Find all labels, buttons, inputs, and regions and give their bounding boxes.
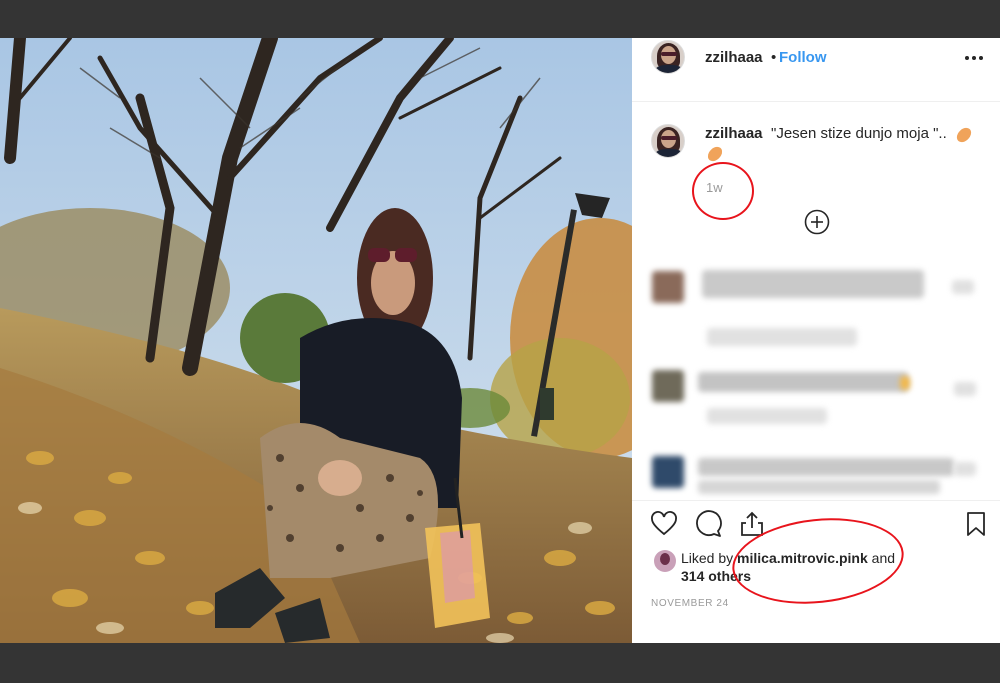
liked-by-prefix: Liked by bbox=[681, 550, 738, 566]
leaf-emoji-icon bbox=[954, 125, 974, 145]
comment-text bbox=[702, 270, 924, 298]
post-header: zzilhaaa • Follow bbox=[632, 38, 1000, 102]
liked-by-line: Liked by milica.mitrovic.pink and bbox=[681, 548, 895, 568]
liker-avatar[interactable] bbox=[654, 550, 676, 572]
heart-icon[interactable] bbox=[650, 510, 678, 538]
liked-by-username[interactable]: milica.mitrovic.pink bbox=[737, 550, 868, 566]
comment-like-icon bbox=[954, 382, 976, 396]
comment-avatar bbox=[652, 370, 684, 402]
comment-meta bbox=[707, 328, 857, 346]
comment-like-icon bbox=[952, 280, 974, 294]
comment-avatar bbox=[652, 271, 684, 303]
comment-text bbox=[698, 480, 940, 494]
likes-count[interactable]: 314 others bbox=[681, 568, 751, 584]
user-avatar[interactable] bbox=[651, 40, 685, 74]
comment-avatar bbox=[652, 456, 684, 488]
post-photo bbox=[0, 38, 632, 643]
follow-button[interactable]: Follow bbox=[779, 49, 827, 66]
comment-meta bbox=[707, 408, 827, 424]
caption-username[interactable]: zzilhaaa bbox=[705, 125, 763, 142]
comment-like-icon bbox=[954, 462, 976, 476]
bookmark-icon[interactable] bbox=[962, 510, 990, 538]
instagram-post-frame: zzilhaaa • Follow zzilhaaa "Jesen stize … bbox=[0, 38, 1000, 643]
comment-emoji bbox=[900, 376, 910, 390]
annotation-circle-time bbox=[692, 162, 754, 220]
header-username[interactable]: zzilhaaa bbox=[705, 49, 763, 66]
post-date: NOVEMBER 24 bbox=[651, 598, 729, 609]
comment-text bbox=[698, 458, 954, 476]
share-icon[interactable] bbox=[738, 510, 766, 538]
comment-text bbox=[698, 372, 908, 392]
caption-text: "Jesen stize dunjo moja ".. bbox=[771, 125, 947, 142]
liked-by-suffix: and bbox=[867, 550, 896, 566]
plus-circle-icon[interactable] bbox=[804, 209, 830, 235]
post-time[interactable]: 1w bbox=[706, 180, 723, 195]
header-separator: • bbox=[771, 49, 777, 66]
post-actions: Liked by milica.mitrovic.pink and 314 ot… bbox=[632, 500, 1000, 643]
comment-icon[interactable] bbox=[694, 510, 722, 538]
more-horizontal-icon[interactable] bbox=[962, 46, 986, 70]
leaf-emoji-icon bbox=[705, 144, 725, 164]
caption-avatar[interactable] bbox=[651, 124, 685, 158]
post-side-panel: zzilhaaa • Follow zzilhaaa "Jesen stize … bbox=[632, 38, 1000, 643]
